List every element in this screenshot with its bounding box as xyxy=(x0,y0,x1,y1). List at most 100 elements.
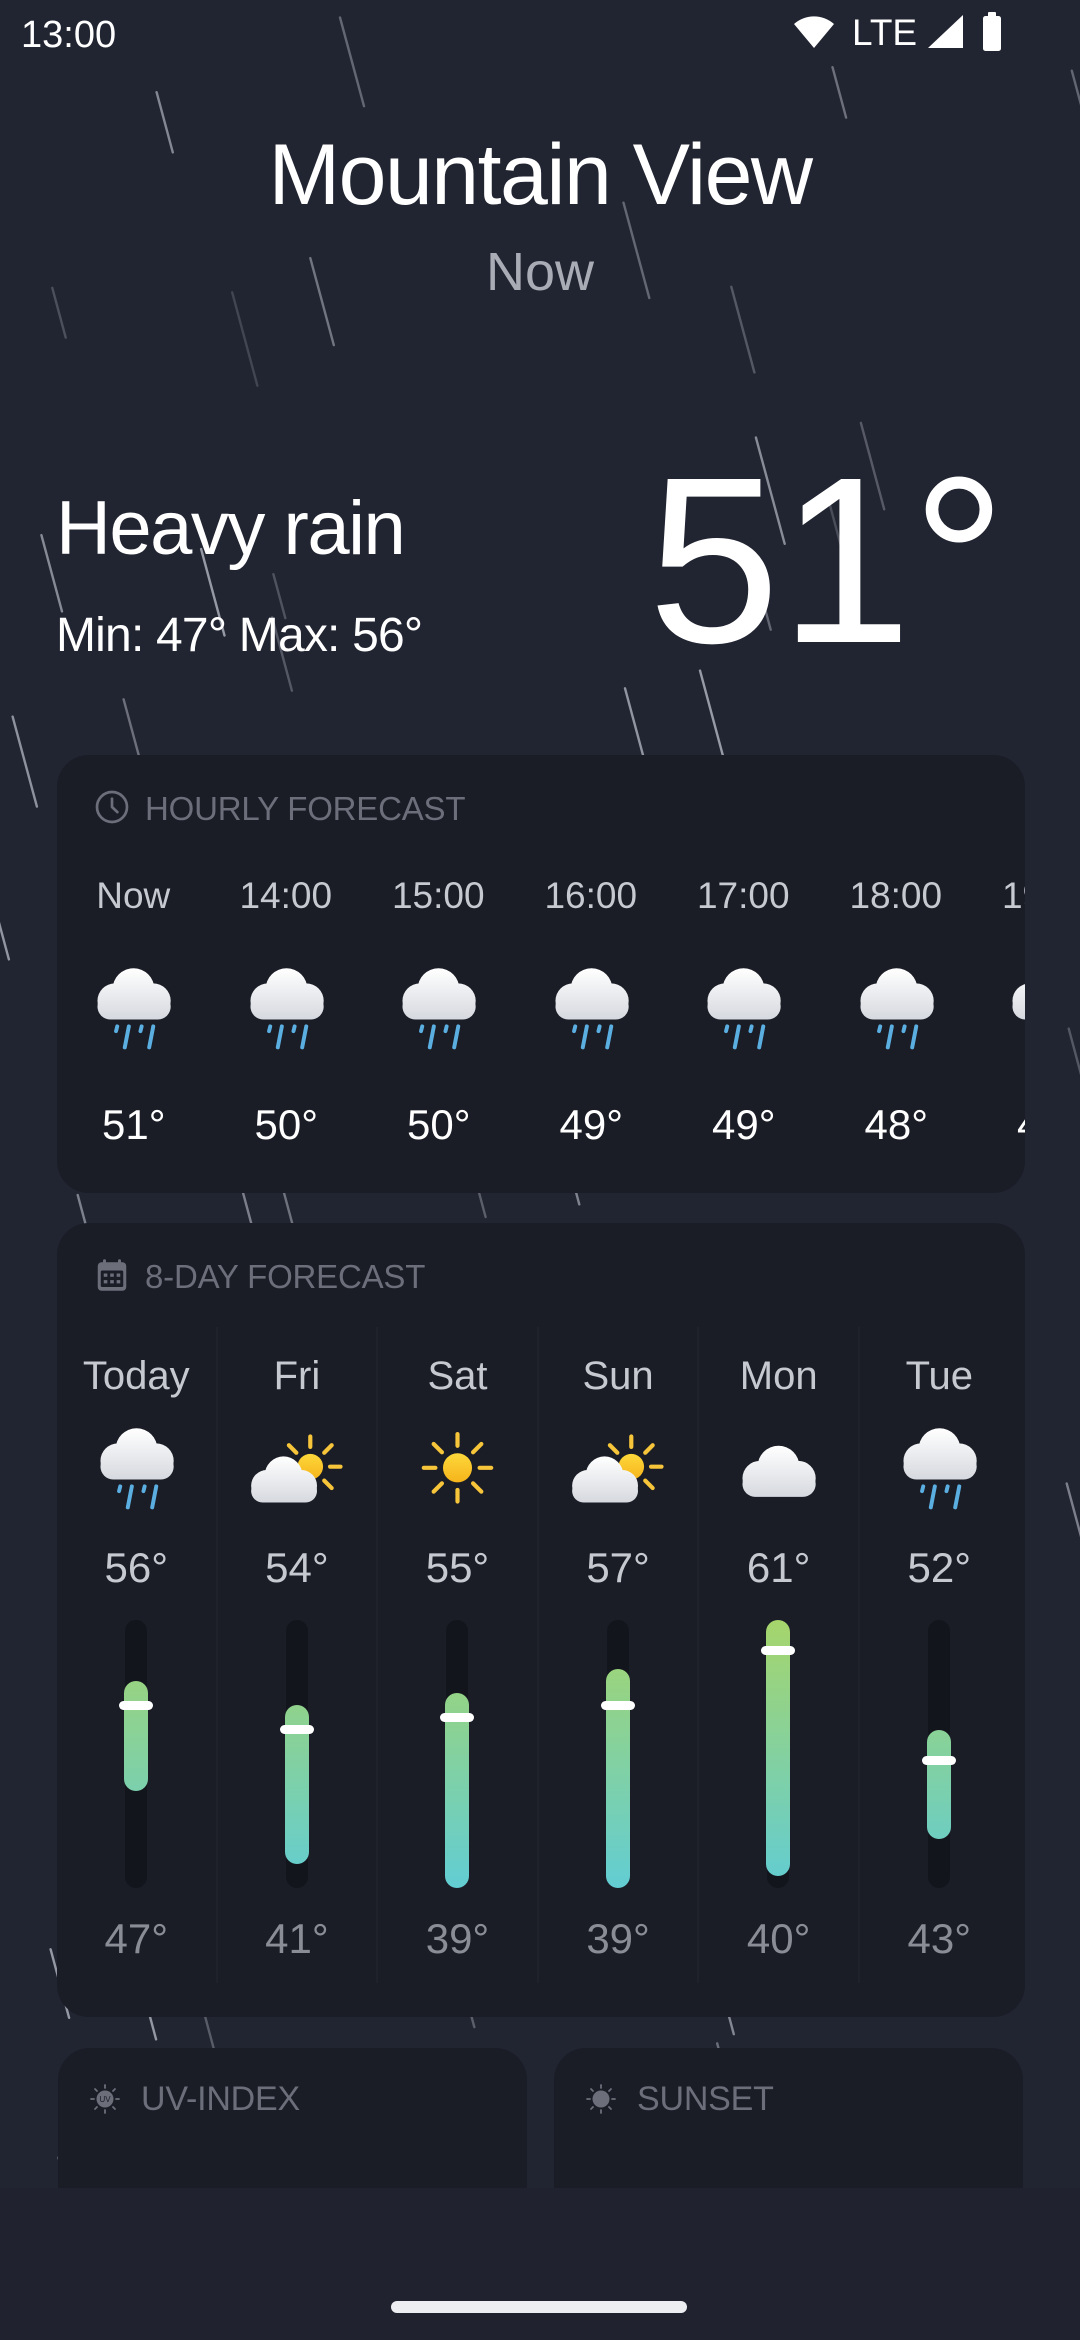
network-type-label: LTE xyxy=(852,12,918,53)
current-temperature: 51° xyxy=(648,428,1007,693)
heavy-rain-icon xyxy=(545,959,638,1052)
hourly-temp: 50° xyxy=(407,1101,471,1148)
daily-item: Today 56° 47° xyxy=(57,1223,217,2017)
hourly-time: 14:00 xyxy=(239,875,333,916)
min-temp: 47° xyxy=(156,609,227,662)
day-label: Sun xyxy=(582,1354,654,1398)
temperature-marker xyxy=(279,1725,314,1735)
day-label: Tue xyxy=(905,1354,974,1398)
current-min-max: Min: 47° Max: 56° xyxy=(56,609,423,662)
hourly-scroll[interactable]: Now 51° 14:00 50° 15:00 50° 16:00 49° 17:00 … xyxy=(57,755,1025,1193)
high-temp: 56° xyxy=(104,1544,169,1591)
heavy-rain-icon xyxy=(893,1419,986,1512)
daily-scroll[interactable]: Today 56° 47° Fri 54° 41° Sat 55° 39° Su… xyxy=(57,1223,1025,2017)
hourly-time: 19:00 xyxy=(1001,875,1025,916)
hourly-item: 18:00 48° xyxy=(820,755,973,1193)
hourly-temp: 49° xyxy=(559,1101,624,1148)
hourly-item: Now 51° xyxy=(57,755,210,1193)
hourly-temp: 51° xyxy=(102,1101,166,1148)
max-label: Max: xyxy=(238,609,341,662)
heavy-rain-icon xyxy=(392,959,485,1052)
hourly-item: 14:00 50° xyxy=(210,755,363,1193)
rain-streak xyxy=(831,65,848,119)
day-label: Today xyxy=(82,1354,190,1398)
high-temp: 52° xyxy=(907,1544,972,1591)
hourly-time: 15:00 xyxy=(391,875,485,916)
heavy-rain-icon xyxy=(87,959,180,1052)
rain-streak xyxy=(230,291,259,387)
temperature-marker xyxy=(761,1645,796,1655)
hourly-time: 17:00 xyxy=(696,875,790,916)
partly-sunny-icon xyxy=(571,1419,665,1512)
uv-index-icon: UV xyxy=(90,2084,120,2114)
high-temp: 57° xyxy=(586,1544,650,1591)
rain-streak xyxy=(1067,1027,1080,1076)
hourly-temp: 49° xyxy=(712,1101,776,1148)
hourly-item: 17:00 49° xyxy=(667,755,820,1193)
hourly-time: 18:00 xyxy=(849,875,943,916)
location-subtitle: Now xyxy=(485,242,595,302)
low-temp: 39° xyxy=(586,1915,650,1962)
hourly-time: Now xyxy=(96,875,171,916)
hourly-item: 16:00 49° xyxy=(515,755,668,1193)
temperature-range-track xyxy=(440,1620,475,1888)
temperature-marker xyxy=(600,1700,635,1710)
temperature-range-track xyxy=(279,1620,314,1888)
rain-streak xyxy=(730,285,756,374)
cellular-signal-icon xyxy=(928,15,963,48)
min-label: Min: xyxy=(56,609,144,662)
temperature-range-bar xyxy=(766,1620,791,1876)
current-condition: Heavy rain xyxy=(56,486,406,571)
hourly-item: 19:00 4 xyxy=(972,755,1025,1193)
cloudy-icon xyxy=(732,1419,825,1512)
hourly-time: 16:00 xyxy=(544,875,638,916)
temperature-range-track xyxy=(600,1620,635,1888)
rain-streak xyxy=(0,921,11,961)
battery-icon xyxy=(983,12,1001,51)
temperature-range-track xyxy=(761,1620,796,1888)
partly-sunny-icon xyxy=(250,1419,344,1512)
low-temp: 47° xyxy=(104,1915,169,1962)
status-time: 13:00 xyxy=(21,14,117,56)
daily-item: Fri 54° 41° xyxy=(217,1223,378,2017)
heavy-rain-icon xyxy=(1002,959,1025,1052)
wifi-icon xyxy=(794,16,834,48)
low-temp: 43° xyxy=(907,1915,972,1962)
temperature-range-bar xyxy=(927,1729,951,1840)
temperature-range-bar xyxy=(445,1693,470,1888)
hourly-temp: 50° xyxy=(254,1101,319,1148)
daily-forecast-card: 8-DAY FORECAST Today 56° 47° Fri 54° 41° S… xyxy=(57,1223,1025,2017)
high-temp: 55° xyxy=(425,1544,490,1591)
sunset-title: SUNSET xyxy=(637,2080,774,2118)
low-temp: 40° xyxy=(746,1915,811,1962)
location-title: Mountain View xyxy=(268,127,813,223)
heavy-rain-icon xyxy=(90,1419,183,1512)
temperature-range-track xyxy=(119,1620,153,1888)
day-label: Fri xyxy=(273,1354,321,1398)
home-gesture-handle[interactable] xyxy=(391,2301,687,2313)
temperature-range-track xyxy=(922,1620,956,1888)
hourly-item: 15:00 50° xyxy=(362,755,515,1193)
low-temp: 39° xyxy=(425,1915,490,1962)
hourly-temp: 48° xyxy=(864,1101,929,1148)
rain-streak xyxy=(1065,1482,1080,1538)
high-temp: 54° xyxy=(265,1544,329,1591)
uv-index-title: UV-INDEX xyxy=(141,2080,300,2118)
day-label: Mon xyxy=(739,1354,818,1398)
daily-item: Mon 61° 40° xyxy=(698,1223,859,2017)
low-temp: 41° xyxy=(265,1915,329,1962)
rain-streak xyxy=(11,715,39,808)
heavy-rain-icon xyxy=(850,959,943,1052)
temperature-marker xyxy=(119,1700,153,1710)
sunny-icon xyxy=(411,1419,504,1512)
sunset-icon xyxy=(586,2084,616,2114)
temperature-range-bar xyxy=(124,1680,148,1791)
daily-item: Sat 55° 39° xyxy=(377,1223,538,2017)
heavy-rain-icon xyxy=(240,959,333,1052)
hourly-forecast-card: HOURLY FORECAST Now 51° 14:00 50° 15:00 50… xyxy=(57,755,1025,1193)
rain-streak xyxy=(338,16,366,108)
hourly-temp: 4 xyxy=(1017,1104,1025,1146)
temperature-marker xyxy=(440,1712,475,1722)
navigation-bar xyxy=(0,2188,1080,2340)
max-temp: 56° xyxy=(352,609,423,662)
